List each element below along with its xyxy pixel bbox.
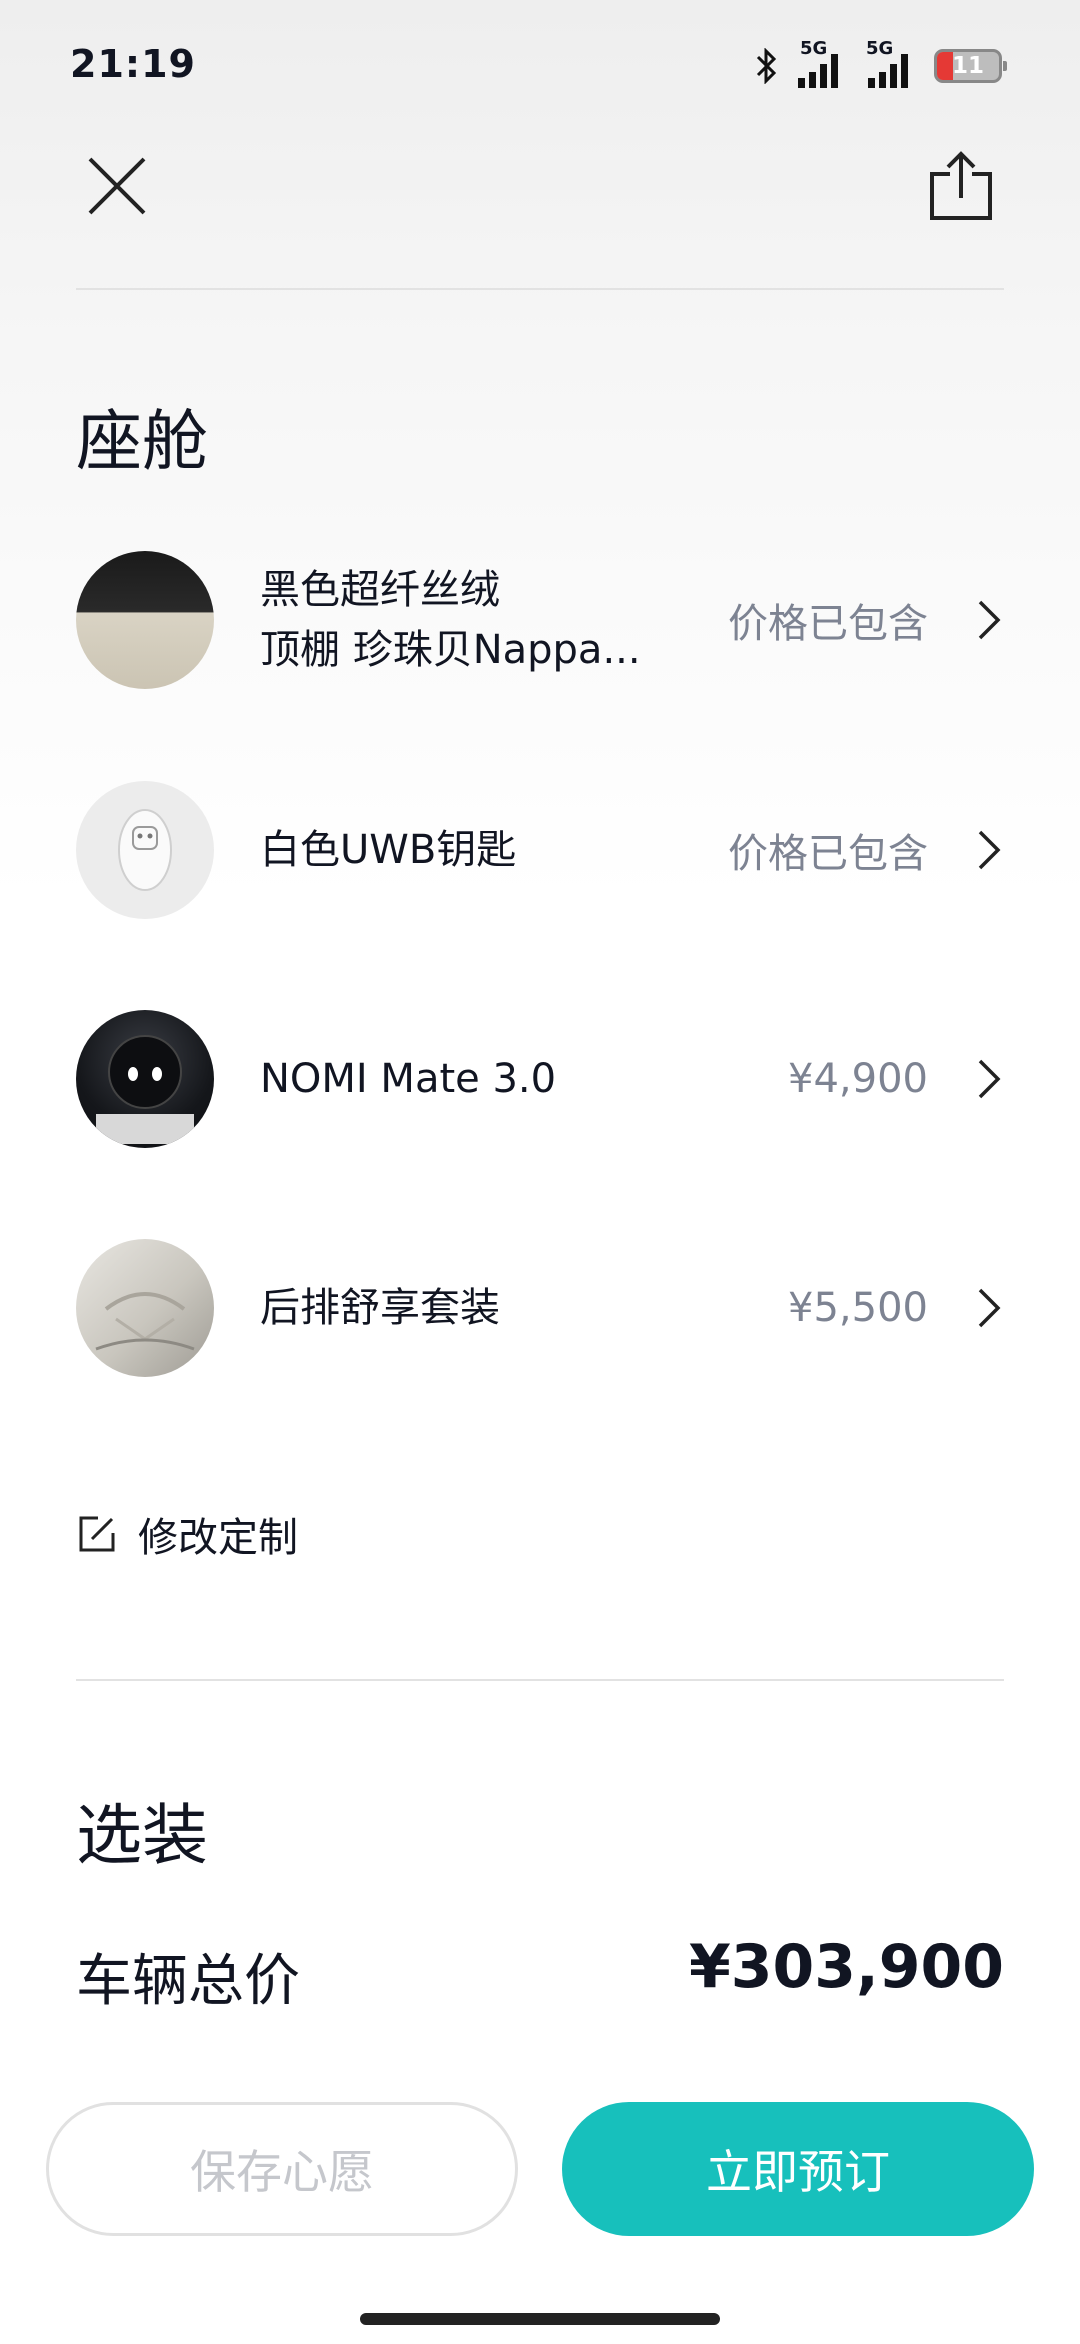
book-now-button[interactable]: 立即预订 bbox=[562, 2102, 1034, 2236]
option-price: 价格已包含 bbox=[728, 831, 928, 877]
status-time: 21:19 bbox=[70, 42, 196, 86]
status-icons: 5G 5G 11 bbox=[756, 38, 1007, 88]
option-label: NOMI Mate 3.0 bbox=[260, 1056, 557, 1102]
chevron-right-icon bbox=[978, 1288, 1001, 1328]
rear-seat-icon bbox=[76, 1239, 214, 1377]
nomi-robot-icon bbox=[76, 1010, 214, 1148]
option-row-key[interactable]: 白色UWB钥匙 价格已包含 bbox=[76, 780, 1004, 920]
close-icon[interactable] bbox=[86, 155, 148, 217]
edit-icon bbox=[79, 1516, 115, 1552]
signal-bars-icon bbox=[798, 54, 838, 88]
uwb-key-icon bbox=[76, 781, 214, 919]
option-row-nomi[interactable]: NOMI Mate 3.0 ¥4,900 bbox=[76, 1009, 1004, 1149]
chevron-right-icon bbox=[978, 830, 1001, 870]
home-indicator[interactable] bbox=[360, 2313, 720, 2325]
option-row-fabric[interactable]: 黑色超纤丝绒 顶棚 珍珠贝Nappa... 价格已包含 bbox=[76, 550, 1004, 690]
header-divider bbox=[76, 288, 1004, 290]
option-price: ¥5,500 bbox=[788, 1285, 928, 1331]
chevron-right-icon bbox=[978, 1059, 1001, 1099]
battery-icon: 11 bbox=[934, 49, 1007, 83]
option-row-rear-seat[interactable]: 后排舒享套装 ¥5,500 bbox=[76, 1238, 1004, 1378]
option-price: 价格已包含 bbox=[728, 601, 928, 647]
section-title-cockpit: 座舱 bbox=[76, 403, 208, 480]
option-label: 黑色超纤丝绒 顶棚 珍珠贝Nappa... bbox=[260, 567, 641, 673]
edit-customization-label: 修改定制 bbox=[138, 1515, 298, 1561]
option-price: ¥4,900 bbox=[788, 1056, 928, 1102]
bluetooth-icon bbox=[756, 48, 777, 84]
edit-customization-link[interactable]: 修改定制 bbox=[78, 1505, 298, 1563]
chevron-right-icon bbox=[978, 600, 1001, 640]
total-price-value: ¥303,900 bbox=[688, 1932, 1004, 2002]
cellular-signal-1: 5G bbox=[794, 38, 850, 88]
share-icon[interactable] bbox=[928, 150, 994, 222]
option-label: 白色UWB钥匙 bbox=[260, 827, 517, 873]
section-title-options: 选装 bbox=[76, 1797, 208, 1874]
signal-bars-icon bbox=[868, 54, 908, 88]
option-label: 后排舒享套装 bbox=[260, 1285, 500, 1331]
total-price-label: 车辆总价 bbox=[76, 1949, 300, 2014]
cellular-signal-2: 5G bbox=[866, 38, 918, 88]
section-divider bbox=[76, 1679, 1004, 1681]
save-wishlist-button[interactable]: 保存心愿 bbox=[46, 2102, 518, 2236]
fabric-swatch-icon bbox=[76, 551, 214, 689]
